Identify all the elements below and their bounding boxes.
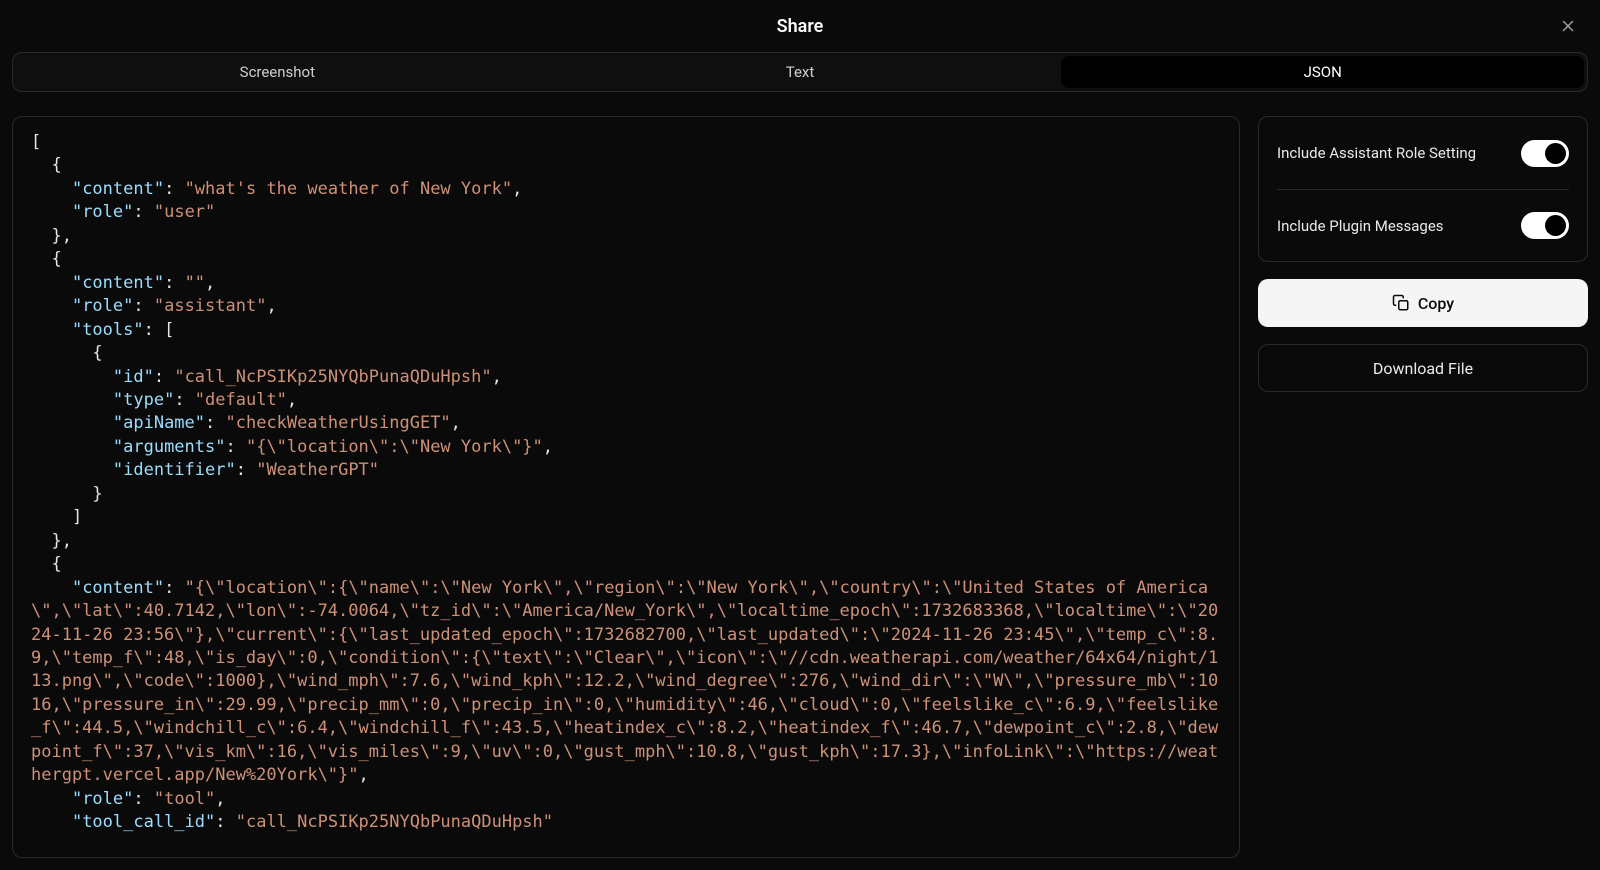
tab-json[interactable]: JSON <box>1061 56 1584 88</box>
toggle-assistant-role[interactable] <box>1521 140 1569 167</box>
main-content: [ { "content": "what's the weather of Ne… <box>0 92 1600 870</box>
options-box: Include Assistant Role Setting Include P… <box>1258 116 1588 262</box>
toggle-knob <box>1545 215 1566 236</box>
copy-button-label: Copy <box>1418 294 1454 313</box>
json-scroll[interactable]: [ { "content": "what's the weather of Ne… <box>31 131 1231 843</box>
json-pane: [ { "content": "what's the weather of Ne… <box>12 116 1240 858</box>
dialog-title: Share <box>777 16 824 37</box>
toggle-plugin-messages[interactable] <box>1521 212 1569 239</box>
option-assistant-role: Include Assistant Role Setting <box>1277 117 1569 189</box>
option-label: Include Assistant Role Setting <box>1277 144 1476 162</box>
download-button[interactable]: Download File <box>1258 344 1588 392</box>
download-button-label: Download File <box>1373 359 1473 378</box>
close-button[interactable] <box>1554 12 1582 40</box>
tab-bar: Screenshot Text JSON <box>12 52 1588 92</box>
copy-button[interactable]: Copy <box>1258 279 1588 327</box>
copy-icon <box>1392 294 1410 312</box>
tab-screenshot[interactable]: Screenshot <box>16 56 539 88</box>
option-plugin-messages: Include Plugin Messages <box>1277 189 1569 261</box>
tabs-container: Screenshot Text JSON <box>0 52 1600 92</box>
tab-text[interactable]: Text <box>539 56 1062 88</box>
toggle-knob <box>1545 143 1566 164</box>
side-panel: Include Assistant Role Setting Include P… <box>1258 116 1588 858</box>
close-icon <box>1559 17 1577 35</box>
option-label: Include Plugin Messages <box>1277 217 1444 235</box>
dialog-header: Share <box>0 0 1600 52</box>
